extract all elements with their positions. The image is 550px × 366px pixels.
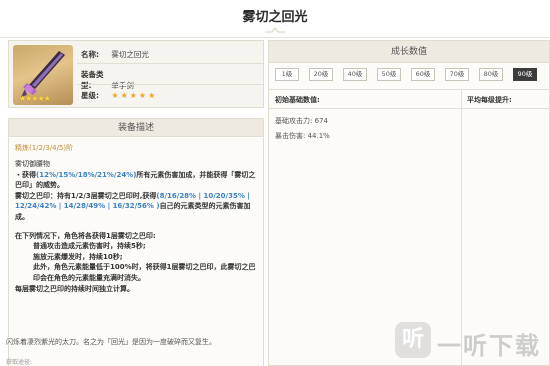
base-stats-heading: 初始基础数值: — [275, 96, 320, 104]
stat-value: 44.1% — [307, 132, 330, 140]
watermark-logo-icon: 听 — [395, 322, 431, 358]
level-selector: 1级 20级 40级 50级 60级 70级 80级 90级 — [275, 68, 547, 82]
passive-line-6: 此外，角色元素能量低于100%时，将获得1层雾切之巴印，此雾切之巴印会在角色的元… — [33, 263, 256, 282]
weapon-lore: 闪烁着凄烈紫光的太刀。名之为「回光」是因为一度破碎而又复生。 — [6, 338, 216, 346]
weapon-rarity-row: 星级: ★★★★★ — [81, 90, 157, 101]
info-divider — [77, 84, 263, 85]
level-button[interactable]: 40级 — [343, 68, 367, 81]
stat-row-atk: 基础攻击力: 674 — [275, 116, 328, 126]
weapon-type-label: 装备类型: — [81, 70, 104, 90]
level-button[interactable]: 60级 — [411, 68, 435, 81]
weapon-image: ★★★★★ — [13, 45, 73, 105]
passive-line-3: 在下列情况下，角色将各获得1层雾切之巴印: — [15, 231, 156, 240]
stat-label: 基础攻击力: — [275, 117, 313, 125]
description-body: 雾切御腰物 ・获得(12%/15%/18%/21%/24%)所有元素伤害加成，并… — [15, 159, 261, 294]
stat-label: 暴击伤害: — [275, 132, 306, 140]
stats-header: 初始基础数值: 平均每级提升: — [269, 89, 550, 109]
image-rarity-stars: ★★★★★ — [19, 94, 51, 103]
watermark-text: 一听下载 — [437, 332, 541, 360]
watermark: 听 一听下载 — [395, 320, 545, 364]
level-button[interactable]: 20级 — [309, 68, 333, 81]
level-button[interactable]: 1级 — [275, 68, 299, 81]
weapon-rarity-stars: ★★★★★ — [111, 91, 158, 100]
passive-line-1-values: (12%/15%/18%/21%/24%) — [36, 170, 137, 179]
weapon-rarity-label: 星级: — [81, 91, 99, 100]
page-title: 雾切之回光 — [242, 10, 308, 25]
weapon-type: 单手剑 — [111, 81, 134, 90]
passive-name: 雾切御腰物 — [15, 160, 50, 168]
passive-line-2-prefix: 雾切之巴印：持有1/2/3层雾切之巴印时,获得 — [15, 191, 157, 200]
description-panel: 装备描述 精炼(1/2/3/4/5)阶 雾切御腰物 ・获得(12%/15%/18… — [8, 118, 264, 366]
weapon-name: 雾切之回光 — [111, 50, 149, 59]
stat-value: 674 — [314, 117, 328, 125]
growth-panel: 成长数值 1级 20级 40级 50级 60级 70级 80级 90级 初始基础… — [268, 40, 550, 366]
level-button[interactable]: 80级 — [479, 68, 503, 81]
refine-levels: 精炼(1/2/3/4/5)阶 — [15, 144, 74, 152]
title-divider — [0, 37, 550, 38]
growth-header: 成长数值 — [269, 41, 549, 63]
source-label: 获取途径: — [6, 359, 33, 366]
weapon-name-label: 名称: — [81, 50, 99, 59]
weapon-type-row: 装备类型: 单手剑 — [81, 69, 134, 91]
passive-line-1-prefix: ・获得 — [15, 170, 36, 179]
passive-line-2: 雾切之巴印：持有1/2/3层雾切之巴印时,获得(8/16/28% | 10/20… — [15, 191, 261, 223]
description-header: 装备描述 — [9, 119, 263, 137]
passive-line-4: 普通攻击造成元素伤害时，持续5秒; — [33, 242, 146, 251]
level-button[interactable]: 70级 — [445, 68, 469, 81]
info-divider — [77, 63, 263, 64]
avg-growth-heading: 平均每级提升: — [467, 96, 512, 104]
ornament-icon — [265, 27, 285, 33]
passive-line-7: 每层雾切之巴印的持续时间独立计算。 — [15, 284, 134, 293]
weapon-name-row: 名称: 雾切之回光 — [81, 49, 149, 60]
passive-line-1: ・获得(12%/15%/18%/21%/24%)所有元素伤害加成，并能获得「雾切… — [15, 170, 261, 191]
passive-line-5: 施放元素爆发时，持续10秒; — [33, 252, 123, 261]
level-button-active[interactable]: 90级 — [513, 68, 537, 81]
weapon-info-card: ★★★★★ 名称: 雾切之回光 装备类型: 单手剑 星级: ★★★★★ — [8, 40, 264, 108]
level-button[interactable]: 50级 — [377, 68, 401, 81]
stat-row-crit-dmg: 暴击伤害: 44.1% — [275, 131, 330, 141]
